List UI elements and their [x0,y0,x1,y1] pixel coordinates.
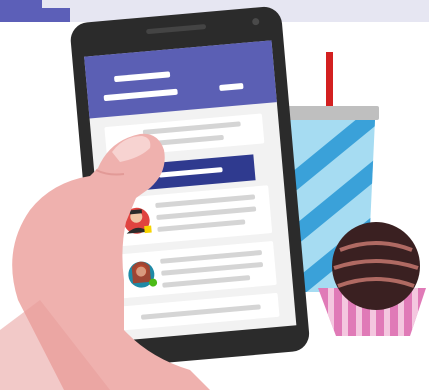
mobile-chat-illustration [0,0,429,390]
presence-away-icon [144,225,152,234]
top-accent-block-2 [0,8,70,22]
straw [326,52,333,114]
cup-lid [285,106,379,120]
